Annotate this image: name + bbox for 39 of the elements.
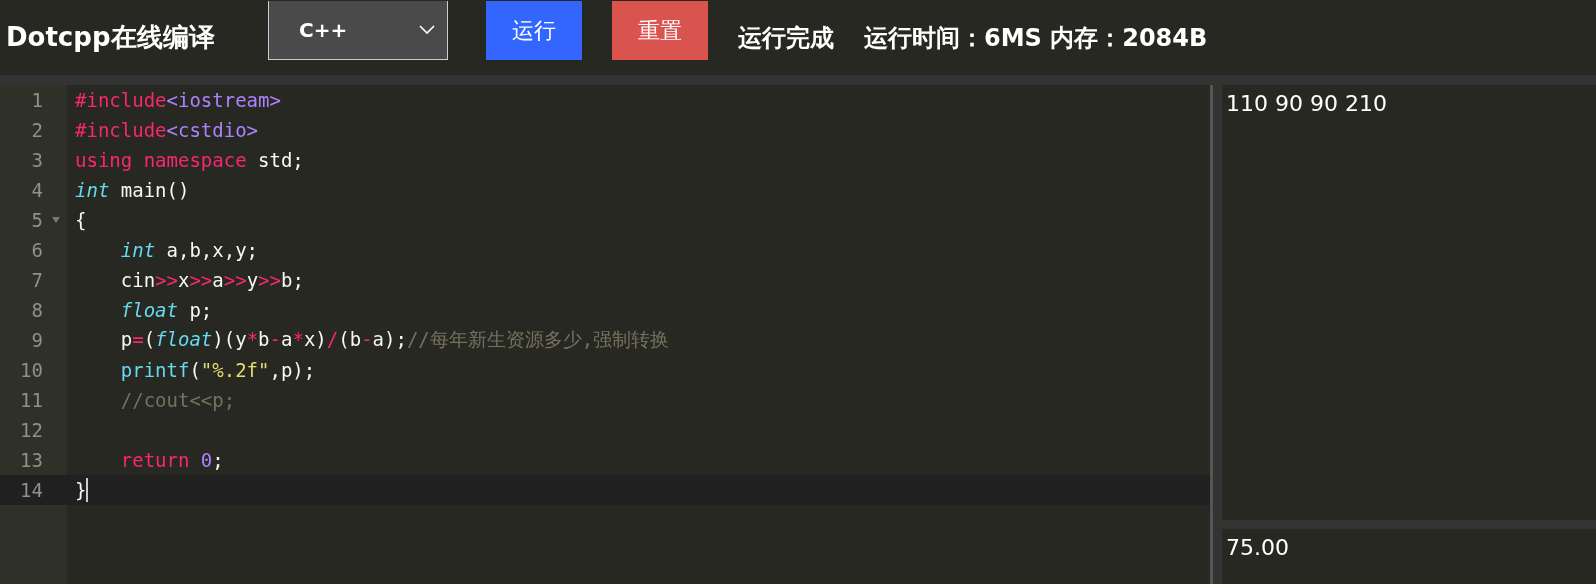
line-number: 1	[31, 89, 43, 111]
code-line: p=(float)(y*b-a*x)/(b-a);//每年新生资源多少,强制转换	[119, 327, 670, 352]
line-number: 2	[31, 119, 43, 141]
code-line: cin>>x>>a>>y>>b;	[119, 269, 304, 291]
line-number: 8	[31, 299, 43, 321]
code-line: using namespace std;	[75, 149, 304, 171]
app-title: Dotcpp在线编译	[6, 21, 216, 54]
line-number: 3	[31, 149, 43, 171]
line-number: 5	[31, 209, 43, 231]
code-line: printf("%.2f",p);	[119, 359, 316, 381]
line-number: 9	[31, 329, 43, 351]
input-text: 110 90 90 210	[1226, 91, 1387, 116]
output-text: 75.00	[1226, 535, 1289, 560]
line-number: 10	[20, 359, 43, 381]
code-line: {	[75, 209, 87, 231]
code-line: #include<iostream>	[75, 89, 281, 111]
code-line: int main()	[75, 179, 190, 201]
run-button[interactable]: 运行	[486, 1, 582, 60]
line-number: 11	[20, 389, 43, 411]
code-line: int a,b,x,y;	[119, 239, 259, 261]
line-number: 6	[31, 239, 43, 261]
run-stats: 运行时间：6MS 内存：2084B	[864, 22, 1208, 54]
line-number: 4	[31, 179, 43, 201]
code-line: float p;	[119, 299, 213, 321]
code-line: return 0;	[119, 449, 224, 471]
reset-button[interactable]: 重置	[612, 1, 708, 60]
language-select[interactable]: C++	[268, 1, 448, 60]
line-number: 13	[20, 449, 43, 471]
input-panel[interactable]: 110 90 90 210	[1222, 85, 1596, 520]
code-line: //cout<<p;	[119, 389, 236, 411]
line-number: 14	[20, 479, 43, 501]
code-line: }	[75, 479, 87, 501]
line-number: 12	[20, 419, 43, 441]
text-cursor	[86, 478, 89, 502]
fold-arrow-icon[interactable]	[52, 217, 60, 223]
code-line: #include<cstdio>	[75, 119, 259, 141]
run-status: 运行完成	[738, 22, 834, 54]
chevron-icon	[419, 25, 435, 35]
line-number: 7	[31, 269, 43, 291]
